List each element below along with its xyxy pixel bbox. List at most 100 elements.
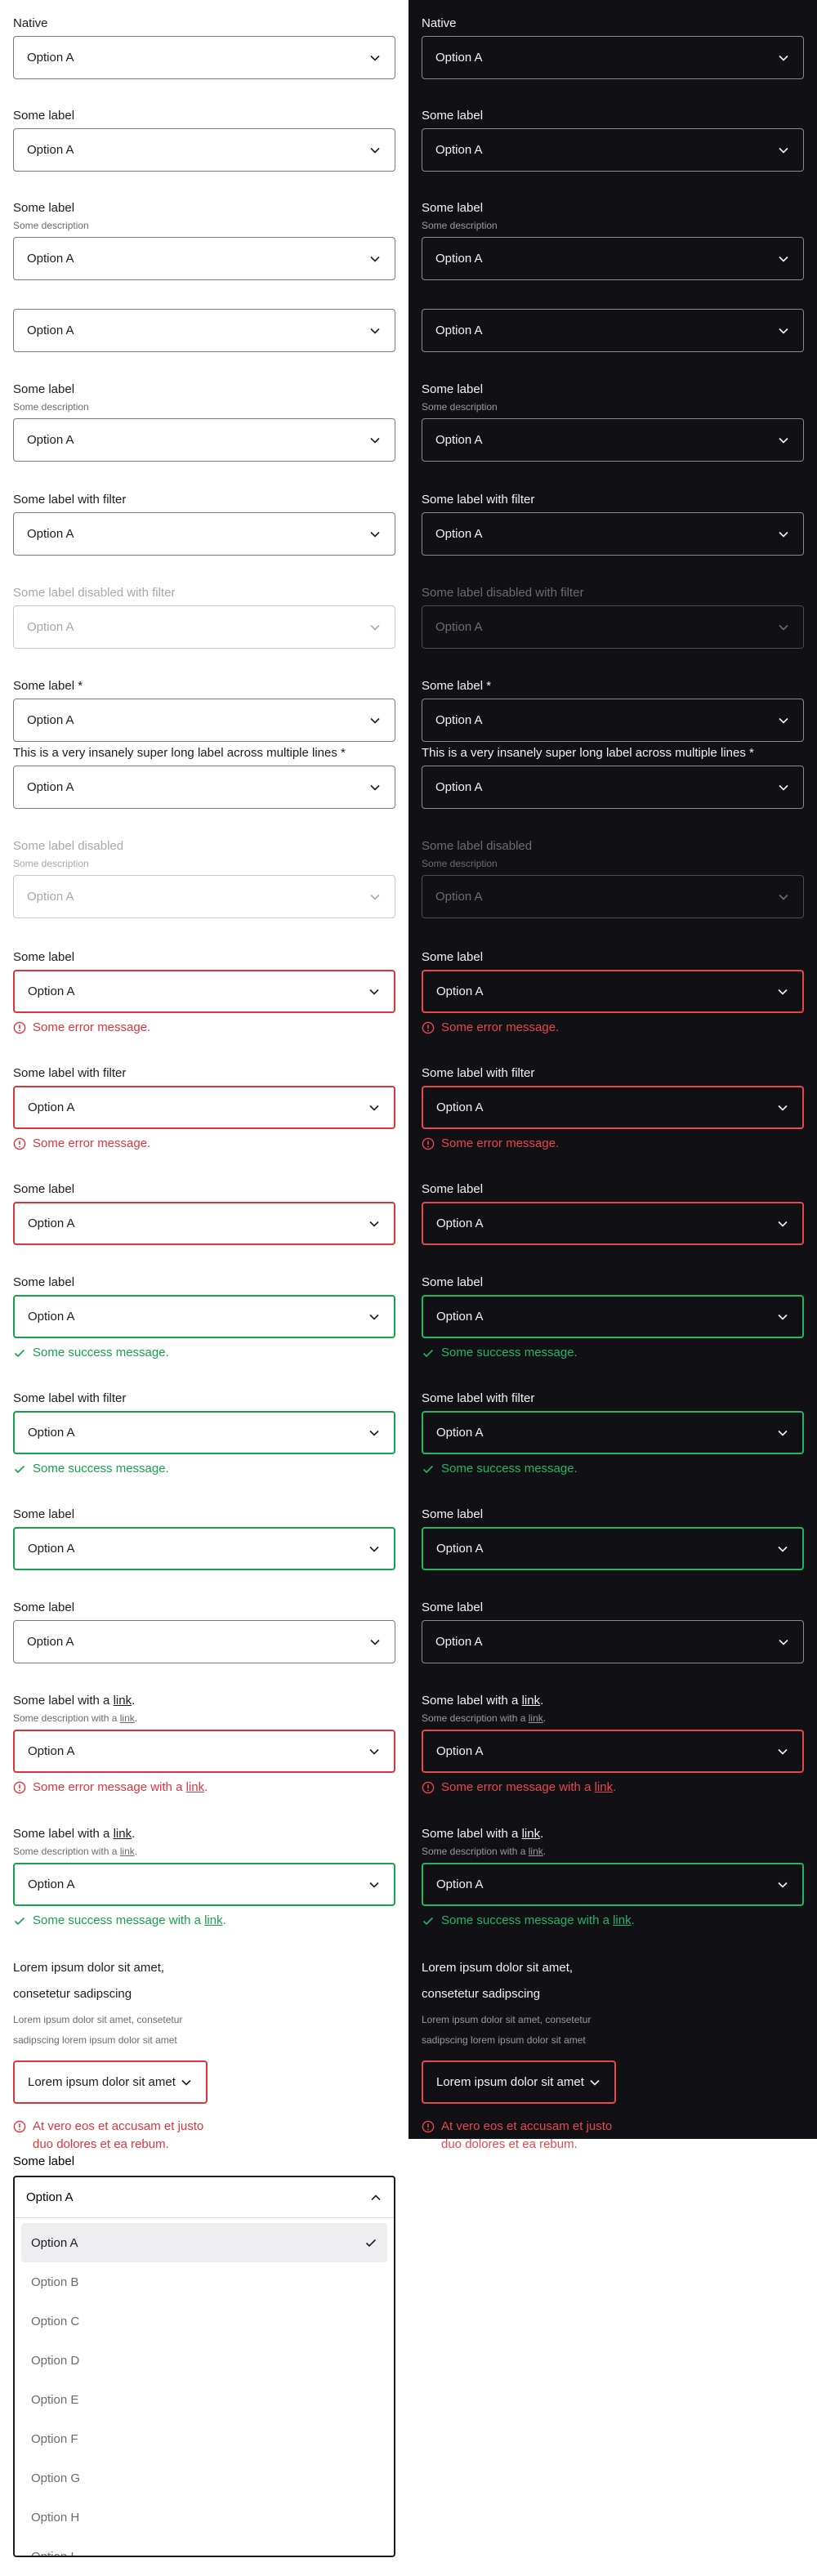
select-field[interactable]: Option A: [13, 1730, 395, 1773]
select-lorem[interactable]: Lorem ipsum dolor sit amet: [422, 2060, 616, 2104]
text-part: Some success message.: [33, 1462, 169, 1476]
text-part: Some label: [13, 1601, 75, 1614]
select-value: Option A: [28, 1217, 75, 1230]
select-field[interactable]: Option A: [422, 766, 804, 809]
text-part: .: [631, 1913, 635, 1927]
native-select[interactable]: Option A: [13, 36, 395, 79]
option-item[interactable]: Option A: [21, 2223, 387, 2262]
select-field[interactable]: Option A: [13, 1527, 395, 1570]
select-field[interactable]: Option A: [422, 1730, 804, 1773]
text-part: Some description: [422, 401, 498, 413]
select-field[interactable]: Option A: [422, 1202, 804, 1245]
select-value: Option A: [27, 1635, 74, 1649]
select-field[interactable]: Option A: [13, 1411, 395, 1454]
check-icon: [365, 2239, 377, 2248]
field-label-line-1: Lorem ipsum dolor sit amet,: [13, 1961, 165, 1975]
select-field[interactable]: Option A: [13, 1295, 395, 1338]
text-part: Some label: [13, 382, 75, 396]
option-item[interactable]: Option I: [21, 2537, 387, 2557]
field-label: Some label disabled: [13, 839, 123, 854]
inline-link[interactable]: link: [186, 1780, 205, 1794]
select-field[interactable]: Option A: [422, 128, 804, 172]
filter-select[interactable]: Option A: [422, 512, 804, 556]
open-select-trigger[interactable]: Option A: [15, 2177, 394, 2218]
select-field[interactable]: Option A: [13, 1620, 395, 1663]
select-field[interactable]: Option A: [422, 1527, 804, 1570]
select-field[interactable]: Option A: [422, 1863, 804, 1906]
option-item[interactable]: Option B: [21, 2262, 387, 2301]
inline-link[interactable]: link: [613, 1913, 632, 1927]
select-value: Option A: [28, 1310, 75, 1324]
error-message: At vero eos et accusam et justo duo dolor…: [422, 2118, 667, 2153]
inline-link[interactable]: link: [120, 1846, 135, 1857]
check-icon: [14, 1349, 25, 1358]
select-field[interactable]: Option A: [13, 309, 395, 352]
option-item[interactable]: Option G: [21, 2458, 387, 2498]
select-field[interactable]: Option A: [13, 1086, 395, 1129]
select-value: Option A: [27, 713, 74, 727]
select-field[interactable]: Option A: [422, 309, 804, 352]
option-item[interactable]: Option D: [21, 2341, 387, 2380]
select-field[interactable]: Option A: [422, 1295, 804, 1338]
inline-link[interactable]: link: [529, 1846, 543, 1857]
inline-link[interactable]: link: [595, 1780, 614, 1794]
inline-link[interactable]: link: [204, 1913, 223, 1927]
field-label-line-2: consetetur sadipscing: [13, 1987, 132, 2001]
field-label: Some label with a link.: [13, 1827, 135, 1842]
error-message: Some error message with a link.: [13, 1779, 208, 1796]
select-field[interactable]: Option A: [13, 418, 395, 462]
inline-link[interactable]: link: [114, 1694, 132, 1708]
open-select-dropdown[interactable]: Option A Option A Option B Option C Opti…: [13, 2176, 395, 2557]
select-field[interactable]: Option A: [13, 766, 395, 809]
chevron-down-icon: [778, 1105, 788, 1111]
select-value: Option A: [27, 51, 74, 65]
inline-link[interactable]: link: [114, 1827, 132, 1841]
select-field[interactable]: Option A: [13, 1202, 395, 1245]
select-field[interactable]: Option A: [422, 970, 804, 1013]
option-item[interactable]: Option E: [21, 2380, 387, 2419]
select-field[interactable]: Option A: [13, 970, 395, 1013]
native-select[interactable]: Option A: [422, 36, 804, 79]
error-message: Some error message.: [422, 1136, 559, 1152]
text-part: Some label: [13, 109, 75, 123]
option-item[interactable]: Option C: [21, 2301, 387, 2341]
text-part: Some label with a: [422, 1827, 522, 1841]
chevron-down-icon: [779, 531, 788, 538]
inline-link[interactable]: link: [522, 1694, 541, 1708]
field-label: Some label with filter: [422, 1066, 534, 1081]
text-part: Some label with filter: [422, 493, 535, 507]
select-field[interactable]: Option A: [422, 1620, 804, 1663]
text-part: Native: [13, 16, 48, 30]
field-label: Some label: [13, 382, 74, 397]
select-field[interactable]: Option A: [422, 699, 804, 742]
field-label-line-1: Lorem ipsum dolor sit amet,: [422, 1961, 574, 1975]
select-field[interactable]: Option A: [422, 1411, 804, 1454]
field-label: Some label disabled with filter: [422, 586, 583, 600]
select-field[interactable]: Option A: [422, 237, 804, 280]
option-item[interactable]: Option F: [21, 2419, 387, 2458]
text-part: .: [132, 1694, 136, 1708]
select-value: Option A: [435, 890, 483, 904]
select-field[interactable]: Option A: [13, 128, 395, 172]
option-item[interactable]: Option H: [21, 2498, 387, 2537]
select-field: Option A: [422, 875, 804, 918]
select-value: Option A: [27, 527, 74, 541]
select-field[interactable]: Option A: [13, 699, 395, 742]
text-part: Some label disabled with filter: [13, 586, 176, 600]
select-lorem[interactable]: Lorem ipsum dolor sit amet: [13, 2060, 208, 2104]
message-line: duo dolores et ea rebum.: [33, 2137, 169, 2151]
chevron-down-icon: [779, 147, 788, 154]
inline-link[interactable]: link: [120, 1712, 135, 1724]
option-label: Option I: [31, 2549, 74, 2557]
field-label: Some label: [13, 1182, 74, 1197]
select-field[interactable]: Option A: [422, 1086, 804, 1129]
text-part: Some label: [13, 1507, 75, 1521]
select-value: Option A: [28, 1542, 75, 1556]
select-field[interactable]: Option A: [13, 1863, 395, 1906]
inline-link[interactable]: link: [522, 1827, 541, 1841]
select-field[interactable]: Option A: [422, 418, 804, 462]
filter-select[interactable]: Option A: [13, 512, 395, 556]
select-value: Option A: [28, 1100, 75, 1114]
select-field[interactable]: Option A: [13, 237, 395, 280]
inline-link[interactable]: link: [529, 1712, 543, 1724]
